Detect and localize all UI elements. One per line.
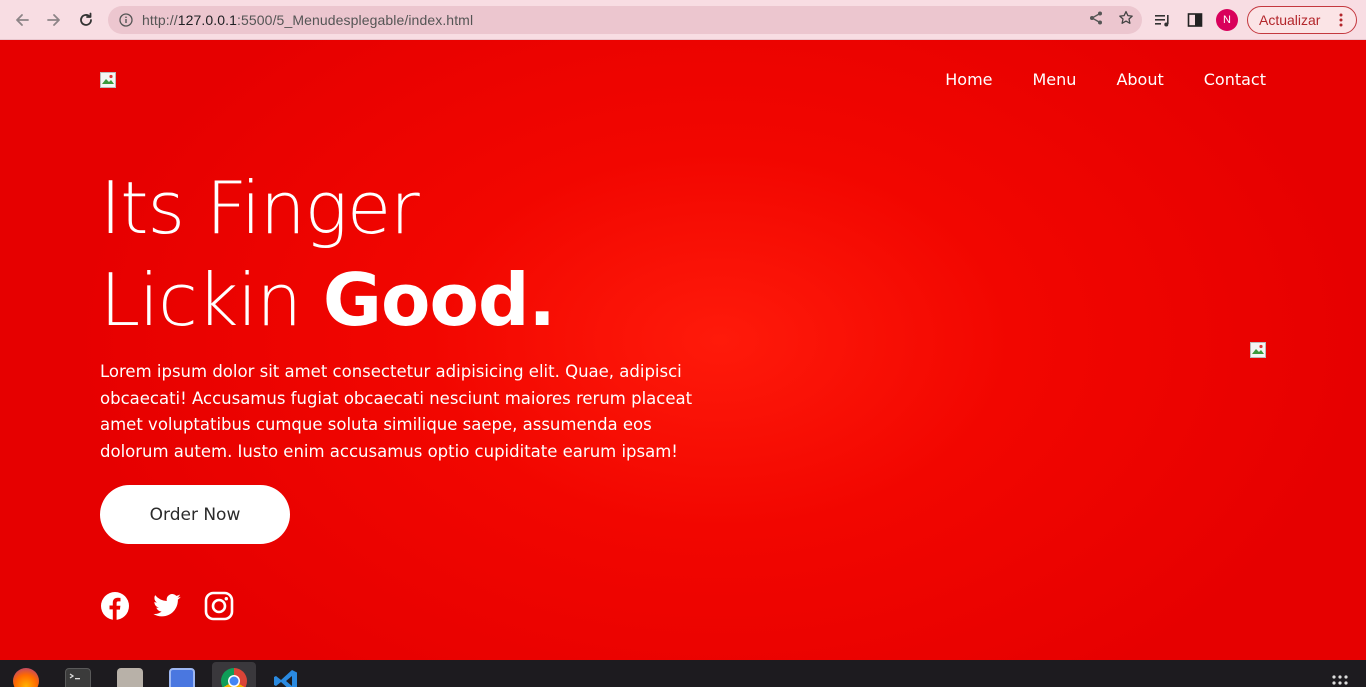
browser-toolbar: http://127.0.0.1:5500/5_Menudesplegable/… [0, 0, 1366, 40]
nav-contact[interactable]: Contact [1204, 70, 1266, 89]
facebook-icon[interactable] [100, 591, 130, 621]
nav-about[interactable]: About [1116, 70, 1163, 89]
chrome-icon[interactable] [221, 668, 247, 687]
main-nav: Home Menu About Contact [945, 70, 1266, 89]
more-icon[interactable] [1334, 13, 1348, 27]
firefox-icon[interactable] [13, 668, 39, 687]
social-links [100, 591, 234, 621]
back-icon[interactable] [6, 4, 38, 36]
forward-icon[interactable] [38, 4, 70, 36]
headline-light: Lickin [100, 258, 323, 342]
info-icon[interactable] [116, 10, 136, 30]
nav-menu[interactable]: Menu [1033, 70, 1077, 89]
app-grid-icon[interactable] [1331, 671, 1349, 685]
hero-headline: Its Finger Lickin Good. [100, 162, 556, 346]
reload-icon[interactable] [70, 4, 102, 36]
files-icon[interactable] [117, 668, 143, 687]
star-icon[interactable] [1118, 10, 1134, 30]
url-host: 127.0.0.1 [177, 12, 238, 28]
url-scheme: http:// [142, 12, 178, 28]
broken-logo-image[interactable] [100, 72, 116, 88]
reading-list-icon[interactable] [1152, 9, 1174, 31]
order-now-button[interactable]: Order Now [100, 485, 290, 544]
update-label: Actualizar [1259, 12, 1321, 28]
instagram-icon[interactable] [204, 591, 234, 621]
address-bar[interactable]: http://127.0.0.1:5500/5_Menudesplegable/… [108, 6, 1142, 34]
headline-line-1: Its Finger [100, 166, 420, 250]
headline-bold: Good. [322, 258, 556, 342]
vscode-icon[interactable] [273, 668, 299, 687]
nav-home[interactable]: Home [945, 70, 992, 89]
side-panel-icon[interactable] [1184, 9, 1206, 31]
broken-hero-image [1250, 342, 1266, 358]
hero-description: Lorem ipsum dolor sit amet consectetur a… [100, 362, 693, 461]
terminal-icon[interactable] [65, 668, 91, 687]
landing-page: Home Menu About Contact Its Finger Licki… [0, 40, 1366, 660]
url-text[interactable]: http://127.0.0.1:5500/5_Menudesplegable/… [142, 12, 473, 28]
screenshot-icon[interactable] [169, 668, 195, 687]
os-taskbar [0, 660, 1366, 687]
update-button[interactable]: Actualizar [1247, 6, 1357, 34]
profile-avatar[interactable]: N [1216, 9, 1238, 31]
share-icon[interactable] [1088, 10, 1104, 30]
url-path: :5500/5_Menudesplegable/index.html [237, 12, 474, 28]
headline-line-2: Lickin Good. [100, 254, 556, 346]
twitter-icon[interactable] [152, 591, 182, 621]
